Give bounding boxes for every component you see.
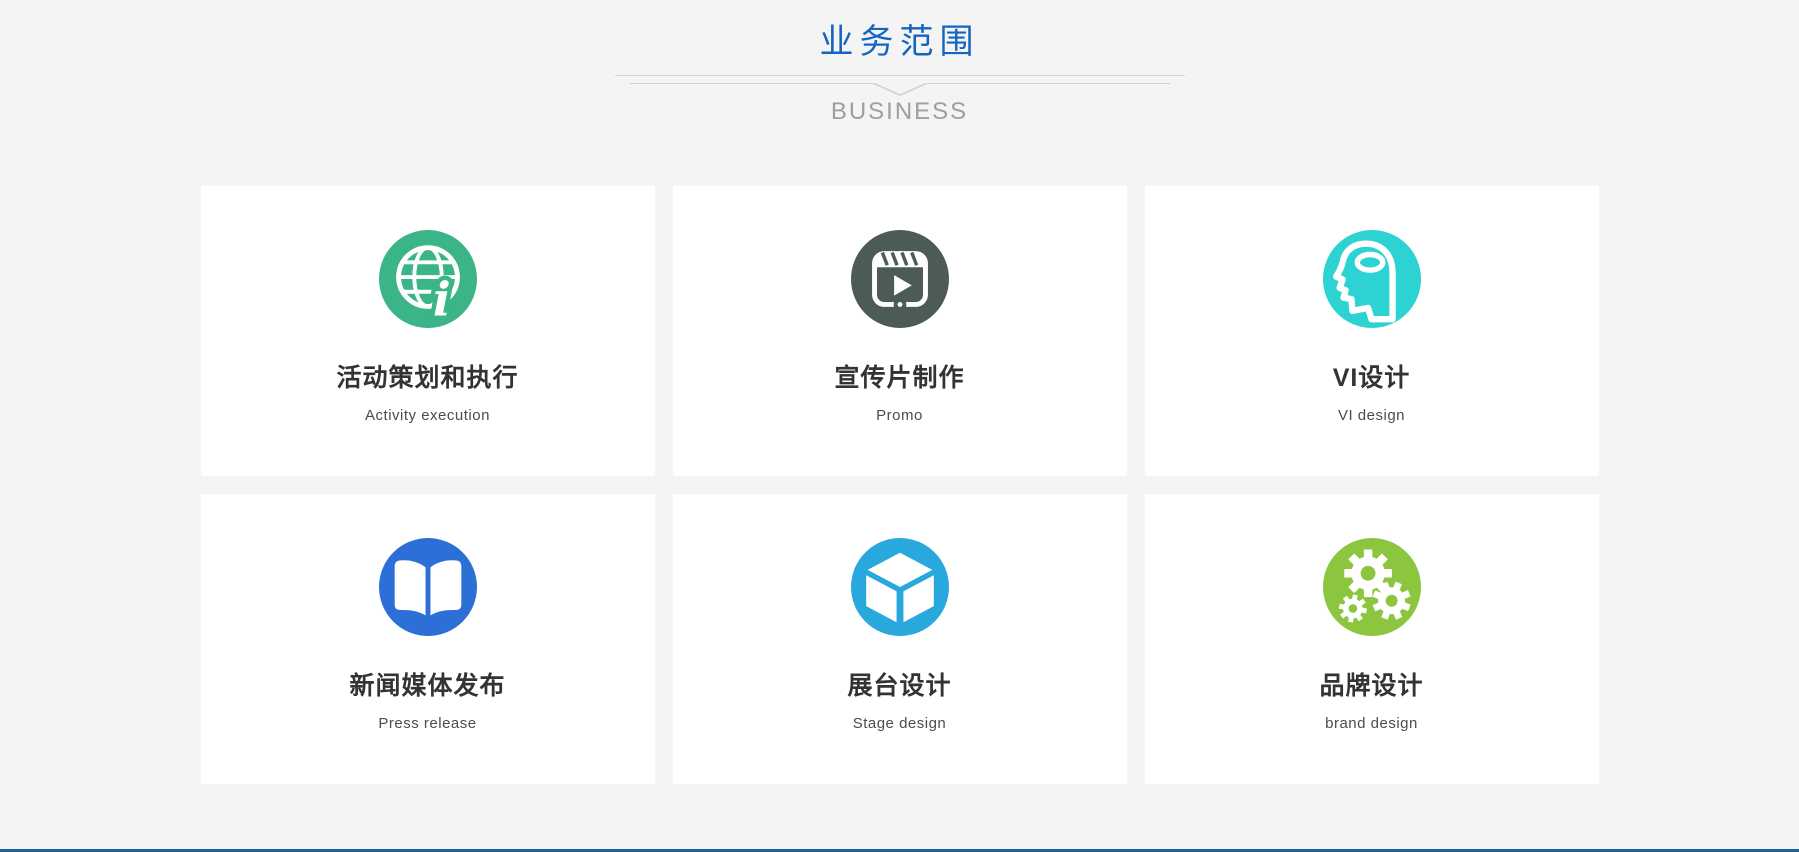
divider — [615, 75, 1185, 96]
clapperboard-play-icon — [851, 230, 949, 328]
globe-info-icon: i — [379, 230, 477, 328]
service-card-stage[interactable]: 展台设计 Stage design — [673, 494, 1127, 784]
head-idea-icon — [1323, 230, 1421, 328]
cube-icon — [851, 538, 949, 636]
divider-top-line — [615, 75, 1185, 76]
service-card-press[interactable]: 新闻媒体发布 Press release — [201, 494, 655, 784]
service-title: 活动策划和执行 — [201, 358, 655, 394]
service-title: 品牌设计 — [1145, 666, 1599, 702]
services-grid: i 活动策划和执行 Activity execution 宣传片制作 Promo — [201, 186, 1599, 784]
chevron-down-icon — [874, 82, 926, 96]
service-card-promo[interactable]: 宣传片制作 Promo — [673, 186, 1127, 476]
service-title: VI设计 — [1145, 358, 1599, 394]
open-book-icon — [379, 538, 477, 636]
service-subtitle: Promo — [673, 407, 1127, 424]
service-subtitle: Activity execution — [201, 407, 655, 424]
service-card-brand[interactable]: 品牌设计 brand design — [1145, 494, 1599, 784]
gears-icon — [1323, 538, 1421, 636]
service-title: 新闻媒体发布 — [201, 666, 655, 702]
svg-text:i: i — [432, 273, 450, 328]
section-header: 业务范围 BUSINESS — [0, 0, 1799, 126]
service-card-vi[interactable]: VI设计 VI design — [1145, 186, 1599, 476]
service-subtitle: brand design — [1145, 715, 1599, 732]
service-card-activity[interactable]: i 活动策划和执行 Activity execution — [201, 186, 655, 476]
section-subtitle: BUSINESS — [0, 98, 1799, 126]
service-title: 展台设计 — [673, 666, 1127, 702]
service-title: 宣传片制作 — [673, 358, 1127, 394]
divider-bottom-line — [630, 82, 1170, 96]
service-subtitle: Stage design — [673, 715, 1127, 732]
service-subtitle: Press release — [201, 715, 655, 732]
service-subtitle: VI design — [1145, 407, 1599, 424]
page-title: 业务范围 — [820, 24, 980, 61]
